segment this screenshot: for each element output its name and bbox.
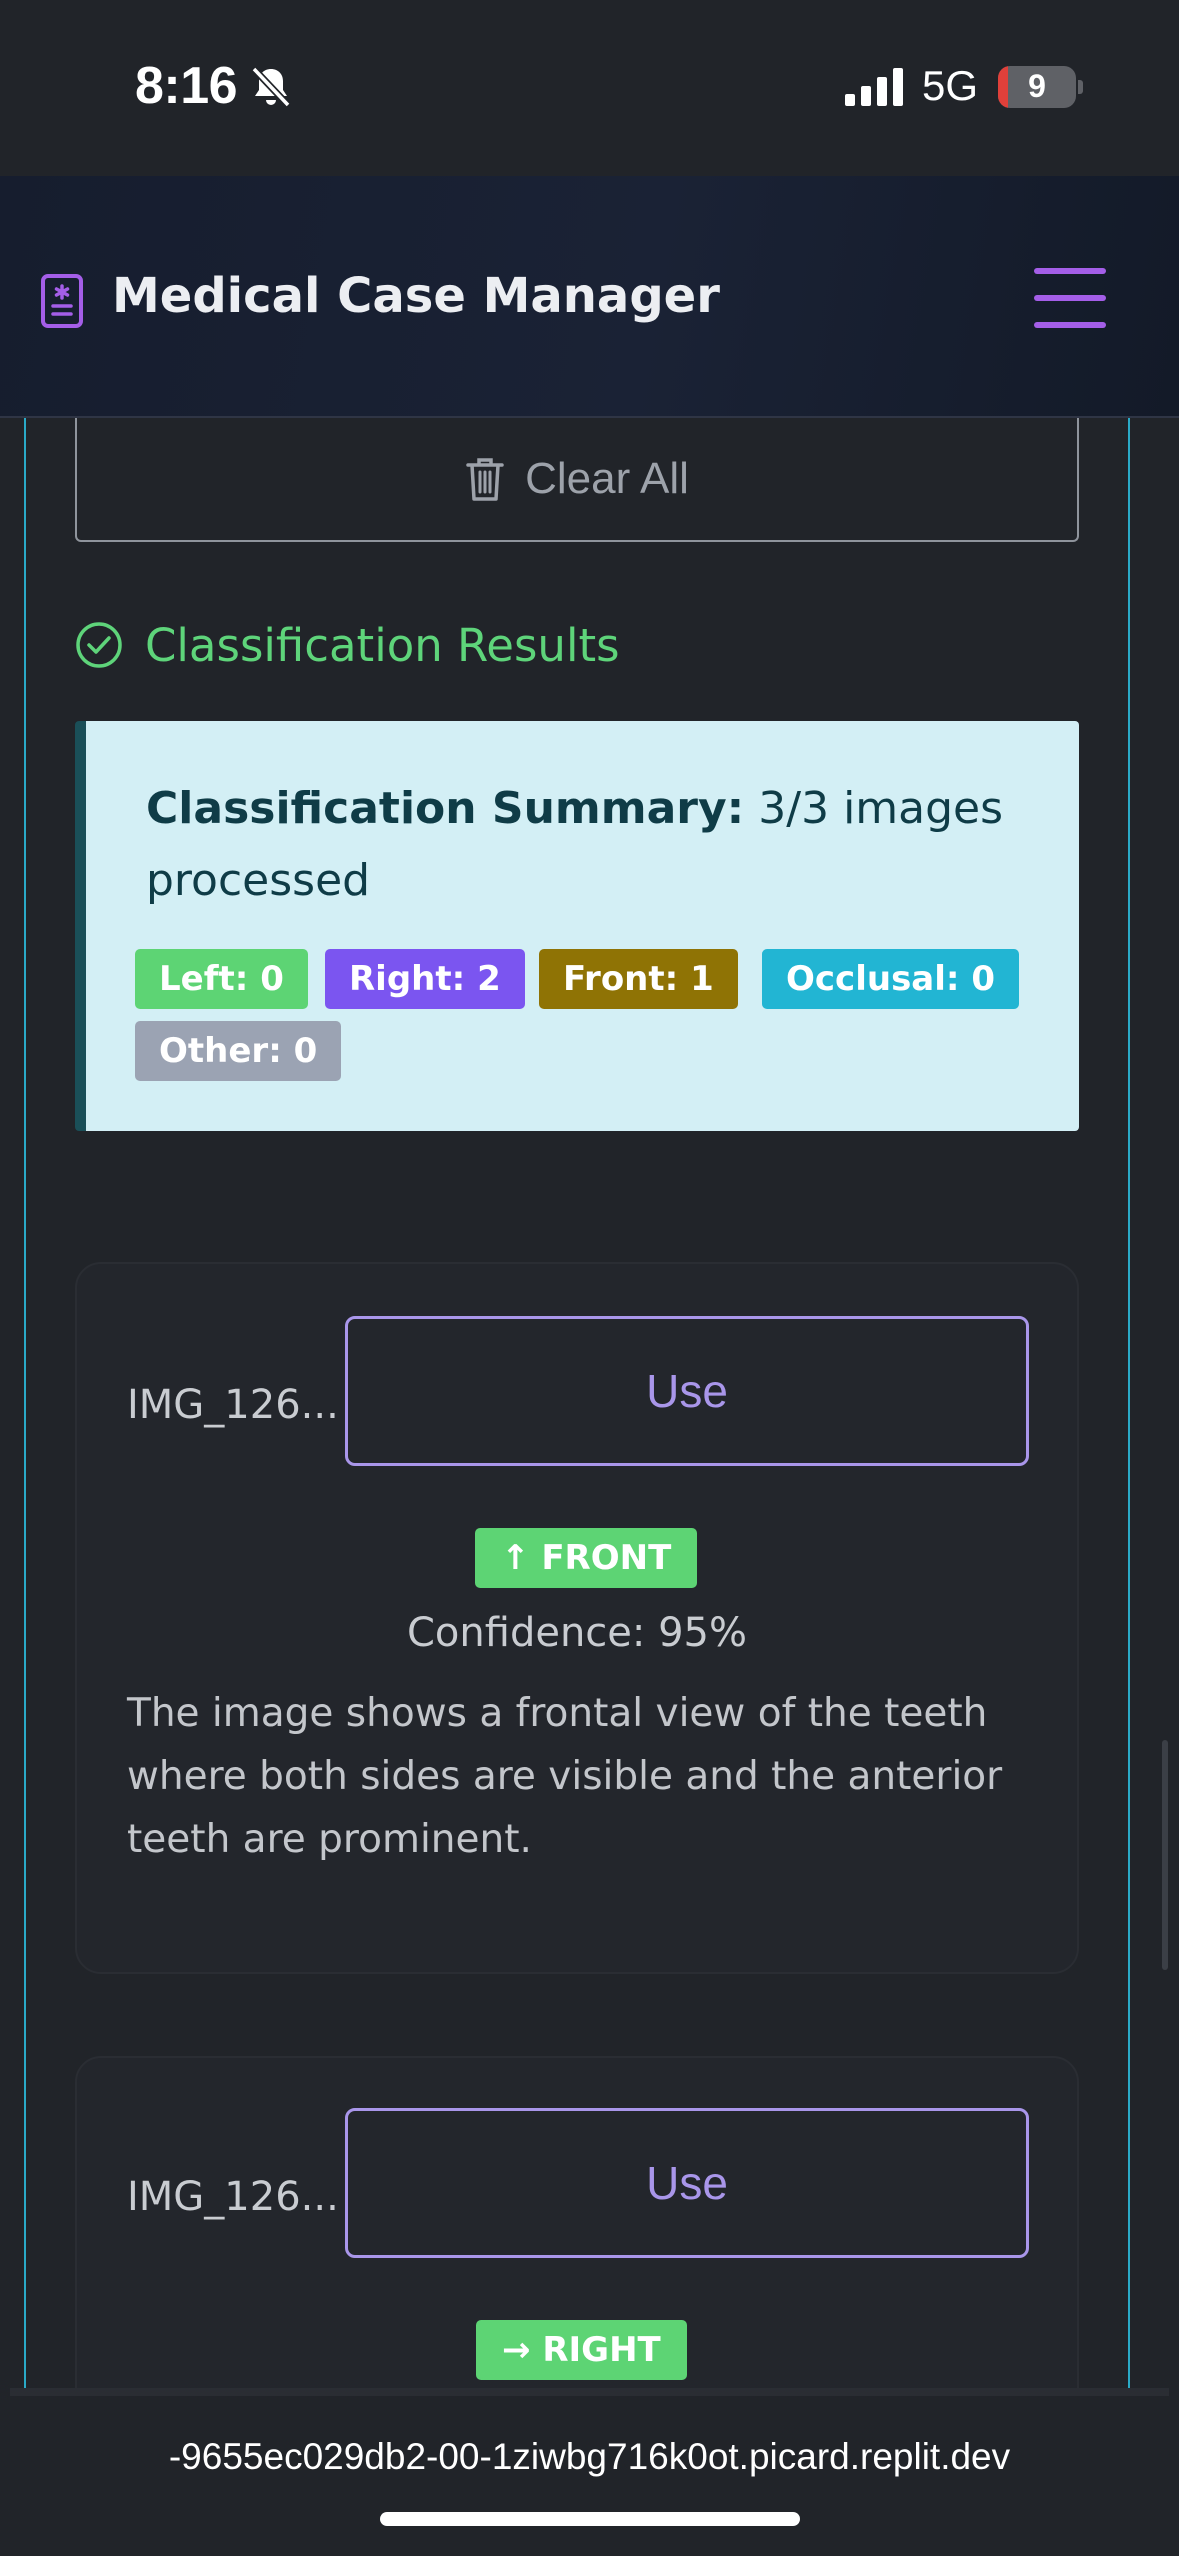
app-title: Medical Case Manager	[112, 268, 720, 324]
count-badge-occlusal: Occlusal: 0	[762, 949, 1019, 1009]
classification-badge: → RIGHT	[476, 2320, 687, 2380]
summary-text: Classification Summary: 3/3 images proce…	[146, 773, 1046, 917]
scrollbar[interactable]	[1162, 1740, 1168, 1970]
count-badge-right: Right: 2	[325, 949, 525, 1009]
classification-reason: The image shows a frontal view of the te…	[127, 1691, 1003, 1862]
clear-all-button[interactable]: Clear All	[75, 418, 1079, 542]
bell-off-icon	[251, 66, 291, 108]
clear-all-label: Clear All	[525, 454, 689, 503]
results-heading: Classification Results	[75, 618, 620, 672]
classification-summary: Classification Summary: 3/3 images proce…	[75, 721, 1079, 1131]
image-filename: IMG_126...	[127, 1382, 339, 1428]
classification-badge: ↑ FRONT	[475, 1528, 698, 1588]
image-card: IMG_126... Use ↑ FRONT Confidence: 95% T…	[75, 1262, 1079, 1974]
results-heading-label: Classification Results	[145, 618, 620, 672]
count-badge-other: Other: 0	[135, 1021, 342, 1081]
summary-label: Classification Summary:	[146, 783, 745, 834]
image-filename: IMG_126...	[127, 2174, 339, 2220]
medical-file-icon	[41, 274, 83, 328]
use-button[interactable]: Use	[345, 2108, 1029, 2258]
trash-icon	[466, 458, 504, 501]
confidence-text: Confidence: 95%	[407, 1610, 747, 1656]
use-button[interactable]: Use	[345, 1316, 1029, 1466]
count-badge-left: Left: 0	[135, 949, 308, 1009]
check-circle-icon	[76, 622, 122, 668]
battery-level: 9	[1028, 68, 1046, 104]
battery-indicator: 9	[998, 66, 1076, 108]
divider	[10, 2388, 1169, 2396]
status-time: 8:16	[135, 57, 238, 115]
network-label: 5G	[922, 62, 979, 109]
app-header: Medical Case Manager	[0, 176, 1179, 418]
menu-button[interactable]	[1030, 266, 1110, 330]
battery-nub	[1078, 80, 1083, 94]
home-indicator[interactable]	[380, 2512, 800, 2526]
signal-icon	[845, 68, 903, 106]
count-badge-front: Front: 1	[539, 949, 738, 1009]
url-bar[interactable]: -9655ec029db2-00-1ziwbg716k0ot.picard.re…	[0, 2436, 1179, 2478]
status-bar: 8:16 5G 9	[0, 0, 1179, 176]
